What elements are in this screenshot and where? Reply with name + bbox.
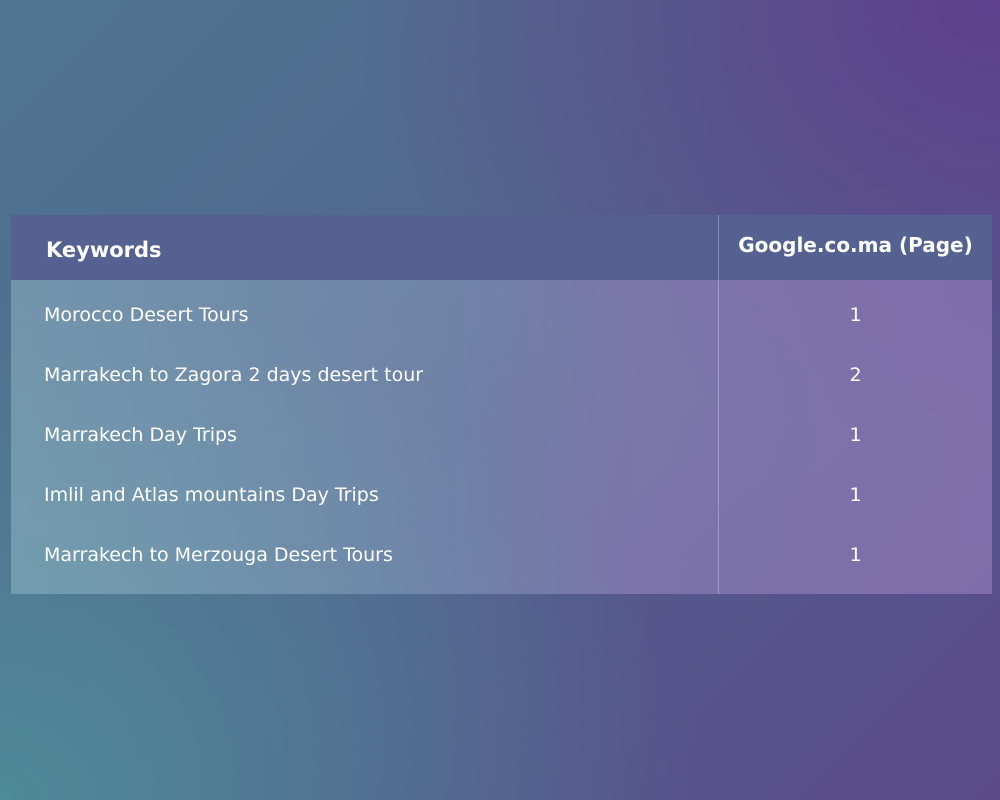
page-cell: 1 [849, 484, 862, 506]
page-cell: 2 [849, 364, 862, 386]
table-row: Imlil and Atlas mountains Day Trips 1 [11, 465, 992, 525]
table-row: Marrakech Day Trips 1 [11, 405, 992, 465]
table-body: Morocco Desert Tours 1 Marrakech to Zago… [11, 280, 992, 594]
keywords-column-header: Keywords [46, 238, 162, 262]
keyword-cell: Marrakech to Zagora 2 days desert tour [44, 364, 424, 386]
table-row: Marrakech to Zagora 2 days desert tour 2 [11, 345, 992, 405]
page-cell: 1 [849, 424, 862, 446]
keyword-cell: Marrakech Day Trips [44, 424, 237, 446]
table-row: Marrakech to Merzouga Desert Tours 1 [11, 525, 992, 585]
keyword-ranking-table: Keywords Google.co.ma (Page) Morocco Des… [11, 215, 992, 594]
google-page-column-header: Google.co.ma (Page) [738, 233, 973, 257]
keyword-cell: Imlil and Atlas mountains Day Trips [44, 484, 379, 506]
table-header: Keywords Google.co.ma (Page) [11, 215, 992, 280]
keyword-cell: Morocco Desert Tours [44, 304, 249, 326]
page-cell: 1 [849, 304, 862, 326]
keyword-cell: Marrakech to Merzouga Desert Tours [44, 544, 393, 566]
page-cell: 1 [849, 544, 862, 566]
table-row: Morocco Desert Tours 1 [11, 285, 992, 345]
column-divider [718, 215, 719, 594]
